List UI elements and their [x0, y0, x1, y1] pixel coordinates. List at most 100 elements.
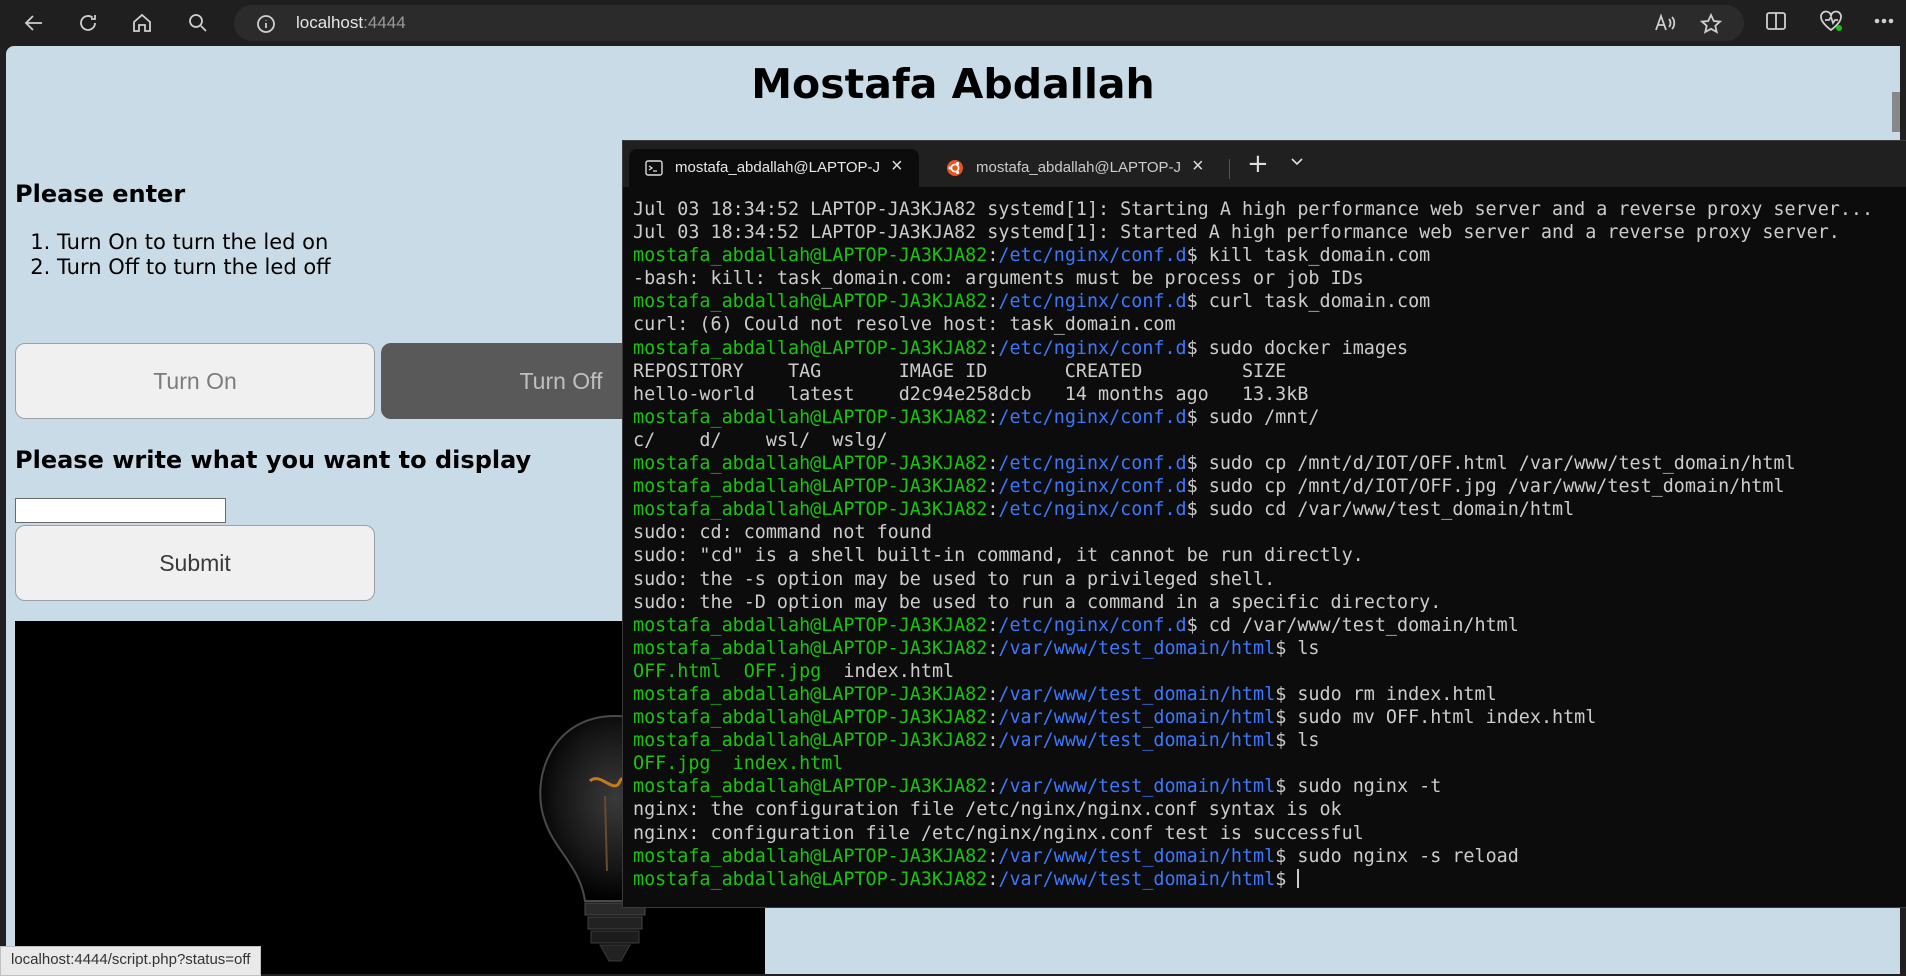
- command-text: sudo cp /mnt/d/IOT/OFF.html /var/www/tes…: [1197, 453, 1796, 475]
- prompt-user-host: mostafa_abdallah@LAPTOP-JA3KJA82: [633, 245, 988, 267]
- browser-essentials-icon[interactable]: [1818, 9, 1844, 37]
- terminal-prompt-line: mostafa_abdallah@LAPTOP-JA3KJA82:/etc/ng…: [633, 244, 1906, 267]
- command-text: sudo cp /mnt/d/IOT/OFF.jpg /var/www/test…: [1197, 476, 1785, 498]
- prompt-symbol: $: [1275, 683, 1287, 705]
- output-text: sudo: "cd" is a shell built-in command, …: [633, 545, 1364, 567]
- display-text-input[interactable]: [15, 498, 226, 523]
- output-text: index.html: [821, 660, 955, 682]
- command-text: cd /var/www/test_domain/html: [1197, 614, 1519, 636]
- prompt-separator: :: [987, 499, 999, 521]
- command-text: ls: [1286, 730, 1320, 752]
- home-icon[interactable]: [128, 9, 156, 37]
- prompt-separator: :: [987, 453, 999, 475]
- more-options-icon[interactable]: [1872, 9, 1896, 37]
- terminal-prompt-line: mostafa_abdallah@LAPTOP-JA3KJA82:/var/ww…: [633, 845, 1906, 868]
- prompt-symbol: $: [1275, 637, 1287, 659]
- url-host: localhost: [296, 13, 364, 32]
- prompt-user-host: mostafa_abdallah@LAPTOP-JA3KJA82: [633, 868, 988, 890]
- prompt-path: /etc/nginx/conf.d: [998, 476, 1187, 498]
- output-text: Jul 03 18:34:52 LAPTOP-JA3KJA82 systemd[…: [633, 199, 1874, 220]
- prompt-separator: :: [987, 845, 999, 867]
- terminal-output-line: sudo: the -D option may be used to run a…: [633, 591, 1906, 614]
- output-text: curl: (6) Could not resolve host: task_d…: [633, 314, 1176, 336]
- output-text: nginx: configuration file /etc/nginx/ngi…: [633, 822, 1364, 844]
- prompt-path: /etc/nginx/conf.d: [998, 291, 1187, 313]
- terminal-tab-inactive[interactable]: mostafa_abdallah@LAPTOP-JA3KJA82: ~ ×: [930, 149, 1220, 187]
- command-text: sudo mv OFF.html index.html: [1286, 707, 1597, 729]
- command-text: sudo rm index.html: [1286, 683, 1497, 705]
- prompt-user-host: mostafa_abdallah@LAPTOP-JA3KJA82: [633, 453, 988, 475]
- prompt-user-host: mostafa_abdallah@LAPTOP-JA3KJA82: [633, 637, 988, 659]
- output-text: hello-world latest d2c94e258dcb 14 month…: [633, 383, 1309, 405]
- search-icon[interactable]: [184, 9, 212, 37]
- page-title: Mostafa Abdallah: [751, 60, 1155, 108]
- prompt-separator: :: [987, 245, 999, 267]
- prompt-path: /var/www/test_domain/html: [998, 845, 1276, 867]
- prompt-path: /etc/nginx/conf.d: [998, 406, 1187, 428]
- address-bar[interactable]: localhost:4444: [234, 5, 1744, 41]
- prompt-symbol: $: [1186, 337, 1198, 359]
- back-icon[interactable]: [20, 9, 48, 37]
- prompt-separator: :: [987, 683, 999, 705]
- close-icon[interactable]: ×: [1192, 155, 1204, 178]
- split-screen-icon[interactable]: [1764, 9, 1788, 37]
- prompt-separator: :: [987, 337, 999, 359]
- prompt-user-host: mostafa_abdallah@LAPTOP-JA3KJA82: [633, 614, 988, 636]
- terminal-prompt-line: mostafa_abdallah@LAPTOP-JA3KJA82:/etc/ng…: [633, 290, 1906, 313]
- terminal-output-line: OFF.html OFF.jpg index.html: [633, 660, 1906, 683]
- terminal-prompt-line: mostafa_abdallah@LAPTOP-JA3KJA82:/var/ww…: [633, 683, 1906, 706]
- terminal-output-line: nginx: the configuration file /etc/nginx…: [633, 798, 1906, 821]
- prompt-symbol: $: [1275, 868, 1287, 890]
- terminal-prompt-line: mostafa_abdallah@LAPTOP-JA3KJA82:/var/ww…: [633, 775, 1906, 798]
- prompt-path: /var/www/test_domain/html: [998, 683, 1276, 705]
- refresh-icon[interactable]: [74, 9, 102, 37]
- read-aloud-icon[interactable]: [1654, 13, 1676, 37]
- prompt-separator: :: [987, 637, 999, 659]
- text-cursor: [1297, 868, 1300, 888]
- new-tab-plus-icon[interactable]: +: [1247, 149, 1269, 179]
- command-text: sudo nginx -s reload: [1286, 845, 1519, 867]
- directory-listing: OFF.jpg index.html: [633, 753, 844, 775]
- turn-on-button[interactable]: Turn On: [15, 343, 375, 419]
- terminal-output[interactable]: Jul 03 18:34:52 LAPTOP-JA3KJA82 systemd[…: [633, 198, 1906, 891]
- prompt-user-host: mostafa_abdallah@LAPTOP-JA3KJA82: [633, 291, 988, 313]
- prompt-path: /etc/nginx/conf.d: [998, 453, 1187, 475]
- terminal-output-line: -bash: kill: task_domain.com: arguments …: [633, 267, 1906, 290]
- page-scrollbar[interactable]: [1892, 92, 1900, 132]
- prompt-separator: :: [987, 406, 999, 428]
- output-text: sudo: cd: command not found: [633, 522, 932, 544]
- submit-button[interactable]: Submit: [15, 525, 375, 601]
- chevron-down-icon[interactable]: [1289, 153, 1305, 173]
- prompt-symbol: $: [1275, 730, 1287, 752]
- prompt-user-host: mostafa_abdallah@LAPTOP-JA3KJA82: [633, 707, 988, 729]
- terminal-prompt-line: mostafa_abdallah@LAPTOP-JA3KJA82:/etc/ng…: [633, 452, 1906, 475]
- instruction-item: Turn On to turn the led on: [57, 230, 331, 255]
- command-text: sudo docker images: [1197, 337, 1409, 359]
- terminal-output-line: sudo: cd: command not found: [633, 521, 1906, 544]
- terminal-output-line: sudo: "cd" is a shell built-in command, …: [633, 544, 1906, 567]
- terminal-output-line: nginx: configuration file /etc/nginx/ngi…: [633, 822, 1906, 845]
- terminal-tab-active[interactable]: mostafa_abdallah@LAPTOP-JA3KJA82: /var/w…: [629, 149, 919, 187]
- prompt-symbol: $: [1186, 499, 1198, 521]
- instructions-list: Turn On to turn the led on Turn Off to t…: [15, 230, 331, 280]
- output-text: Jul 03 18:34:52 LAPTOP-JA3KJA82 systemd[…: [633, 222, 1840, 244]
- prompt-symbol: $: [1186, 476, 1198, 498]
- info-icon[interactable]: [256, 14, 276, 38]
- output-text: -bash: kill: task_domain.com: arguments …: [633, 268, 1364, 290]
- terminal-prompt-line: mostafa_abdallah@LAPTOP-JA3KJA82:/var/ww…: [633, 729, 1906, 752]
- close-icon[interactable]: ×: [891, 155, 903, 178]
- prompt-symbol: $: [1275, 845, 1287, 867]
- prompt-path: /var/www/test_domain/html: [998, 868, 1276, 890]
- prompt-separator: :: [987, 291, 999, 313]
- prompt-symbol: $: [1186, 245, 1198, 267]
- terminal-prompt-line: mostafa_abdallah@LAPTOP-JA3KJA82:/etc/ng…: [633, 337, 1906, 360]
- terminal-output-line: OFF.jpg index.html: [633, 752, 1906, 775]
- favorite-star-icon[interactable]: [1699, 12, 1723, 39]
- browser-toolbar: localhost:4444: [0, 0, 1906, 46]
- instruction-item: Turn Off to turn the led off: [57, 255, 331, 280]
- prompt-symbol: $: [1275, 707, 1287, 729]
- terminal-output-line: REPOSITORY TAG IMAGE ID CREATED SIZE: [633, 360, 1906, 383]
- command-text: sudo nginx -t: [1286, 776, 1442, 798]
- url-text[interactable]: localhost:4444: [296, 13, 406, 33]
- terminal-window[interactable]: mostafa_abdallah@LAPTOP-JA3KJA82: /var/w…: [622, 140, 1906, 908]
